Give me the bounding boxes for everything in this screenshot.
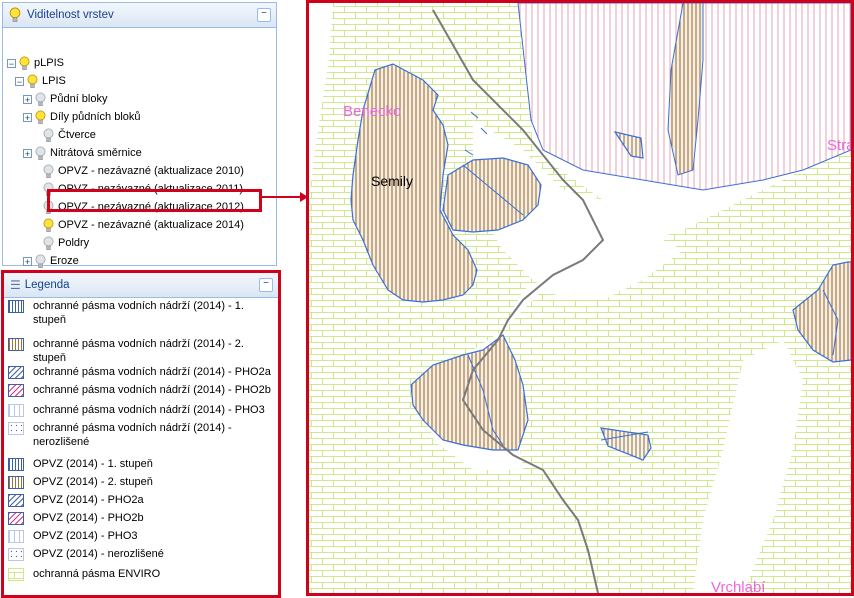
legend-swatch [8, 568, 24, 581]
layer-label: LPIS [42, 75, 66, 87]
collapse-icon[interactable]: − [7, 58, 16, 68]
collapse-legend-button[interactable]: − [259, 278, 273, 292]
legend-panel-header: ☰ Legenda − [4, 273, 278, 298]
legend-item: OPVZ (2014) - PHO3 [8, 529, 273, 543]
legend-label: OPVZ (2014) - 1. stupeň [33, 458, 153, 470]
layer-label: Eroze [50, 255, 79, 267]
legend-item: ochranné pásma vodních nádrží (2014) - 2… [8, 337, 273, 365]
legend-label: ochranná pásma ENVIRO [33, 568, 161, 580]
legend-item: ochranné pásma vodních nádrží (2014) - P… [8, 383, 273, 397]
collapse-icon[interactable]: − [15, 76, 24, 86]
legend-item: ochranné pásma vodních nádrží (2014) - 1… [8, 299, 273, 327]
layer-node[interactable]: − LPIS [15, 72, 66, 90]
highlight-box [47, 189, 262, 212]
legend-swatch [8, 494, 24, 507]
layer-label: OPVZ - nezávazné (aktualizace 2010) [58, 165, 244, 177]
legend-label: ochranné pásma vodních nádrží (2014) - P… [33, 366, 271, 378]
lightbulb-icon[interactable] [43, 164, 54, 179]
legend-swatch [8, 548, 24, 561]
legend-swatch [8, 384, 24, 397]
legend-swatch [8, 512, 24, 525]
lightbulb-icon[interactable] [43, 236, 54, 251]
layers-panel-title: Viditelnost vrstev [27, 9, 114, 21]
layer-label: OPVZ - nezávazné (aktualizace 2014) [58, 219, 244, 231]
legend-item: OPVZ (2014) - 2. stupeň [8, 475, 273, 489]
legend-item: OPVZ (2014) - nerozlišené [8, 547, 273, 561]
map-view[interactable]: Benecko Semily Stra Vrchlabí [306, 0, 854, 596]
legend-item: OPVZ (2014) - PHO2b [8, 511, 273, 525]
lightbulb-icon[interactable] [35, 92, 46, 107]
legend-label: OPVZ (2014) - 2. stupeň [33, 476, 153, 488]
expand-icon[interactable]: + [23, 256, 32, 266]
legend-panel-title: Legenda [24, 279, 70, 291]
legend-panel: ☰ Legenda − ochranné pásma vodních nádrž… [1, 270, 281, 598]
layer-label: Čtverce [58, 129, 96, 141]
collapse-layers-button[interactable]: − [257, 8, 271, 22]
legend-swatch [8, 300, 24, 313]
legend-label: ochranné pásma vodních nádrží (2014) - P… [33, 404, 265, 416]
expand-icon[interactable]: + [23, 112, 32, 122]
legend-label: OPVZ (2014) - PHO2b [33, 512, 144, 524]
layer-label: Nitrátová směrnice [50, 147, 142, 159]
legend-swatch [8, 404, 24, 417]
layer-label: pLPIS [34, 57, 64, 69]
legend-item: ochranné pásma vodních nádrží (2014) - P… [8, 403, 273, 417]
layer-node[interactable]: + Díly půdních bloků [23, 108, 141, 126]
expand-icon[interactable]: + [23, 94, 32, 104]
legend-label: ochranné pásma vodních nádrží (2014) - P… [33, 384, 271, 396]
expand-icon[interactable]: + [23, 148, 32, 158]
layer-label: Půdní bloky [50, 93, 108, 105]
legend-item: OPVZ (2014) - 1. stupeň [8, 457, 273, 471]
layer-node[interactable]: + Eroze [23, 252, 79, 270]
legend-swatch [8, 422, 24, 435]
legend-swatch [8, 366, 24, 379]
legend-item: ochranné pásma vodních nádrží (2014) - P… [8, 365, 273, 379]
map-canvas[interactable] [309, 3, 851, 593]
legend-label: OPVZ (2014) - PHO2a [33, 494, 144, 506]
place-label-benecko: Benecko [343, 103, 402, 120]
layer-node[interactable]: OPVZ - nezávazné (aktualizace 2010) [31, 162, 244, 180]
pointer-arrow [262, 192, 308, 202]
layer-node[interactable]: + Nitrátová směrnice [23, 144, 142, 162]
lightbulb-icon[interactable] [27, 74, 38, 89]
legend-label: OPVZ (2014) - PHO3 [33, 530, 138, 542]
layers-panel: Viditelnost vrstev − − pLPIS − LPIS + Půdní b… [2, 2, 277, 286]
legend-label: ochranné pásma vodních nádrží (2014) - 2… [33, 338, 244, 364]
layers-panel-header: Viditelnost vrstev − [3, 3, 276, 28]
lightbulb-icon[interactable] [35, 146, 46, 161]
legend-item: ochranné pásma vodních nádrží (2014) - n… [8, 421, 273, 449]
legend-swatch [8, 530, 24, 543]
lightbulb-icon[interactable] [35, 254, 46, 269]
layer-label: Poldry [58, 237, 90, 249]
lightbulb-icon[interactable] [35, 110, 46, 125]
legend-label: ochranné pásma vodních nádrží (2014) - 1… [33, 300, 244, 326]
layer-node[interactable]: OPVZ - nezávazné (aktualizace 2014) [31, 216, 244, 234]
legend-swatch [8, 338, 24, 351]
layer-node[interactable]: + Půdní bloky [23, 90, 107, 108]
place-label-stra: Stra [827, 137, 854, 154]
lightbulb-icon[interactable] [19, 56, 30, 71]
layer-node[interactable]: − pLPIS [7, 54, 64, 72]
place-label-vrchlabi: Vrchlabí [711, 579, 766, 596]
legend-swatch [8, 458, 24, 471]
legend-item: OPVZ (2014) - PHO2a [8, 493, 273, 507]
legend-item: ochranná pásma ENVIRO [8, 567, 273, 581]
layer-label: Díly půdních bloků [50, 111, 141, 123]
place-label-semily: Semily [371, 173, 414, 189]
lightbulb-icon[interactable] [43, 218, 54, 233]
layer-node[interactable]: Poldry [31, 234, 89, 252]
lightbulb-icon [9, 7, 21, 22]
layer-node[interactable]: Čtverce [31, 126, 96, 144]
legend-label: OPVZ (2014) - nerozlišené [33, 548, 164, 560]
legend-label: ochranné pásma vodních nádrží (2014) - n… [33, 422, 232, 448]
lightbulb-icon[interactable] [43, 128, 54, 143]
legend-swatch [8, 476, 24, 489]
legend-list-icon: ☰ [10, 278, 21, 292]
